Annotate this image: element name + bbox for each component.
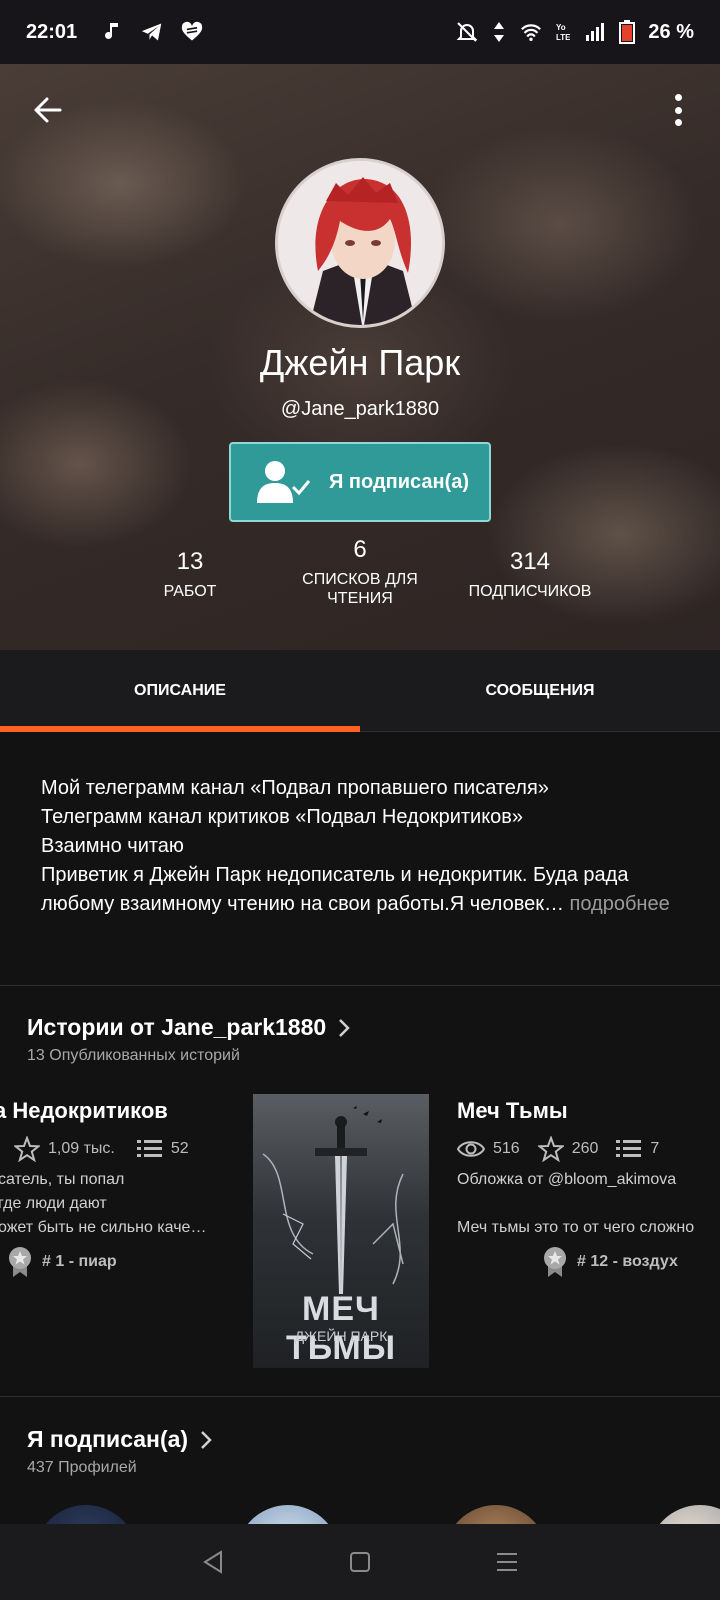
battery-icon <box>616 20 638 44</box>
profile-stats: 13 РАБОТ 6 СПИСКОВ ДЛЯ ЧТЕНИЯ 314 ПОДПИС… <box>0 536 720 638</box>
profile-handle: @Jane_park1880 <box>280 398 440 420</box>
following-button[interactable]: Я подписан(а) <box>229 442 491 522</box>
chevron-right-icon <box>339 1018 350 1037</box>
svg-text:Yo: Yo <box>556 23 566 32</box>
star-icon <box>14 1136 40 1162</box>
system-nav-bar <box>0 1524 720 1600</box>
arrow-left-icon <box>34 97 62 123</box>
story-stars: 1,09 тыс. <box>48 1140 115 1157</box>
rank-badge-icon <box>544 1247 566 1277</box>
svg-text:LTE: LTE <box>556 33 570 42</box>
back-button[interactable] <box>30 92 66 128</box>
tab-description[interactable]: ОПИСАНИЕ <box>0 650 360 732</box>
story-stars: 260 <box>571 1140 599 1157</box>
story-tag-label: # 1 - пиар <box>42 1253 117 1270</box>
star-icon <box>537 1136 564 1162</box>
story-parts: 7 <box>650 1140 660 1157</box>
more-options-button[interactable] <box>672 94 684 126</box>
story-title[interactable]: Меч Тьмы <box>457 1098 568 1124</box>
story-excerpt-line: ожет быть не сильно каче… <box>0 1219 207 1236</box>
square-home-icon <box>349 1552 370 1572</box>
wifi-icon <box>520 21 542 43</box>
profile-description: Мой телеграмм канал «Подвал пропавшего п… <box>41 774 691 919</box>
profile-header: Джейн Парк @Jane_park1880 Я подписан(а) … <box>0 64 720 650</box>
stories-section-title: Истории от Jane_park1880 <box>27 1014 327 1040</box>
nav-home-button[interactable] <box>340 1542 380 1582</box>
rank-badge-icon <box>9 1247 31 1277</box>
heart-icon <box>181 21 203 43</box>
active-tab-indicator <box>0 726 360 732</box>
list-icon <box>616 1140 642 1157</box>
story-tag[interactable]: # 12 - воздух <box>543 1246 678 1278</box>
description-line: Взаимно читаю <box>41 835 184 857</box>
stat-reading-lists-value: 6 <box>353 536 367 563</box>
stat-reading-lists[interactable]: 6 СПИСКОВ ДЛЯ ЧТЕНИЯ <box>290 536 430 608</box>
story-excerpt-line: где люди дают <box>0 1195 107 1212</box>
list-icon <box>136 1140 162 1157</box>
stat-works[interactable]: 13 РАБОТ <box>140 548 240 601</box>
signal-icon <box>584 21 606 43</box>
nav-recents-button[interactable] <box>487 1542 527 1582</box>
stat-reading-lists-label: СПИСКОВ ДЛЯ ЧТЕНИЯ <box>302 571 418 607</box>
nav-back-button[interactable] <box>193 1542 233 1582</box>
eye-icon <box>457 1141 485 1157</box>
description-line: любому взаимному чтению на свои работы.Я… <box>41 893 564 915</box>
description-line: Приветик я Джейн Парк недописатель и нед… <box>41 864 629 886</box>
profile-name: Джейн Парк <box>259 342 461 383</box>
story-excerpt-line: сатель, ты попал <box>0 1171 125 1188</box>
status-bar: 22:01 Yo LTE 26 % <box>0 0 720 64</box>
following-section-header[interactable]: Я подписан(а) <box>27 1426 212 1453</box>
description-line-last: любому взаимному чтению на свои работы.Я… <box>41 890 691 919</box>
stat-works-value: 13 <box>176 548 204 575</box>
story-tag[interactable]: # 1 - пиар <box>8 1246 117 1278</box>
stories-section-header[interactable]: Истории от Jane_park1880 <box>27 1014 350 1041</box>
story-excerpt-line <box>457 1192 694 1216</box>
avatar <box>275 158 445 328</box>
story-tag-label: # 12 - воздух <box>577 1253 678 1270</box>
status-time: 22:01 <box>26 20 78 43</box>
story-stats: 1,09 тыс. 52 <box>14 1136 189 1162</box>
battery-percent: 26 % <box>648 20 694 43</box>
following-section-title: Я подписан(а) <box>27 1426 189 1452</box>
menu-lines-icon <box>496 1553 517 1571</box>
story-excerpt-line: Меч тьмы это то от чего сложно <box>457 1219 695 1236</box>
stat-followers[interactable]: 314 ПОДПИСЧИКОВ <box>450 548 610 601</box>
story-stats: 516 260 7 <box>457 1136 659 1162</box>
divider <box>0 1396 720 1397</box>
divider <box>0 985 720 986</box>
story-parts: 52 <box>170 1140 189 1157</box>
mute-alarm-icon <box>456 21 478 43</box>
user-check-icon <box>257 461 311 503</box>
description-line: Мой телеграмм канал «Подвал пропавшего п… <box>41 777 549 799</box>
triangle-back-icon <box>203 1550 223 1574</box>
read-more-link[interactable]: подробнее <box>564 893 670 915</box>
story-excerpt: Обложка от @bloom_akimova Меч тьмы это т… <box>457 1168 694 1240</box>
following-section-subtitle: 437 Профилей <box>27 1459 137 1476</box>
stat-followers-label: ПОДПИСЧИКОВ <box>468 583 592 600</box>
story-views: 516 <box>493 1140 520 1157</box>
more-vertical-icon <box>674 94 682 101</box>
stat-followers-value: 314 <box>509 548 551 575</box>
music-note-icon <box>101 21 123 43</box>
story-title[interactable]: а Недокритиков <box>0 1098 168 1124</box>
telegram-icon <box>141 21 163 43</box>
stat-works-label: РАБОТ <box>163 583 217 600</box>
cover-author: ДЖЕЙН ПАРК <box>294 1328 388 1344</box>
story-excerpt-line: Обложка от @bloom_akimova <box>457 1171 677 1188</box>
chevron-right-icon <box>201 1430 212 1449</box>
volte-icon: Yo LTE <box>552 21 574 43</box>
tab-messages[interactable]: СООБЩЕНИЯ <box>360 650 720 732</box>
data-arrows-icon <box>488 21 510 43</box>
stories-section-subtitle: 13 Опубликованных историй <box>27 1047 240 1064</box>
profile-tabs: ОПИСАНИЕ СООБЩЕНИЯ <box>0 650 720 732</box>
following-button-label: Я подписан(а) <box>329 470 470 493</box>
avatar-image <box>278 161 442 325</box>
story-excerpt: сатель, ты попал где люди дают ожет быть… <box>0 1168 206 1240</box>
description-line: Телеграмм канал критиков «Подвал Недокри… <box>41 806 524 828</box>
story-cover[interactable]: МЕЧ ТЬМЫ ДЖЕЙН ПАРК <box>253 1094 429 1368</box>
